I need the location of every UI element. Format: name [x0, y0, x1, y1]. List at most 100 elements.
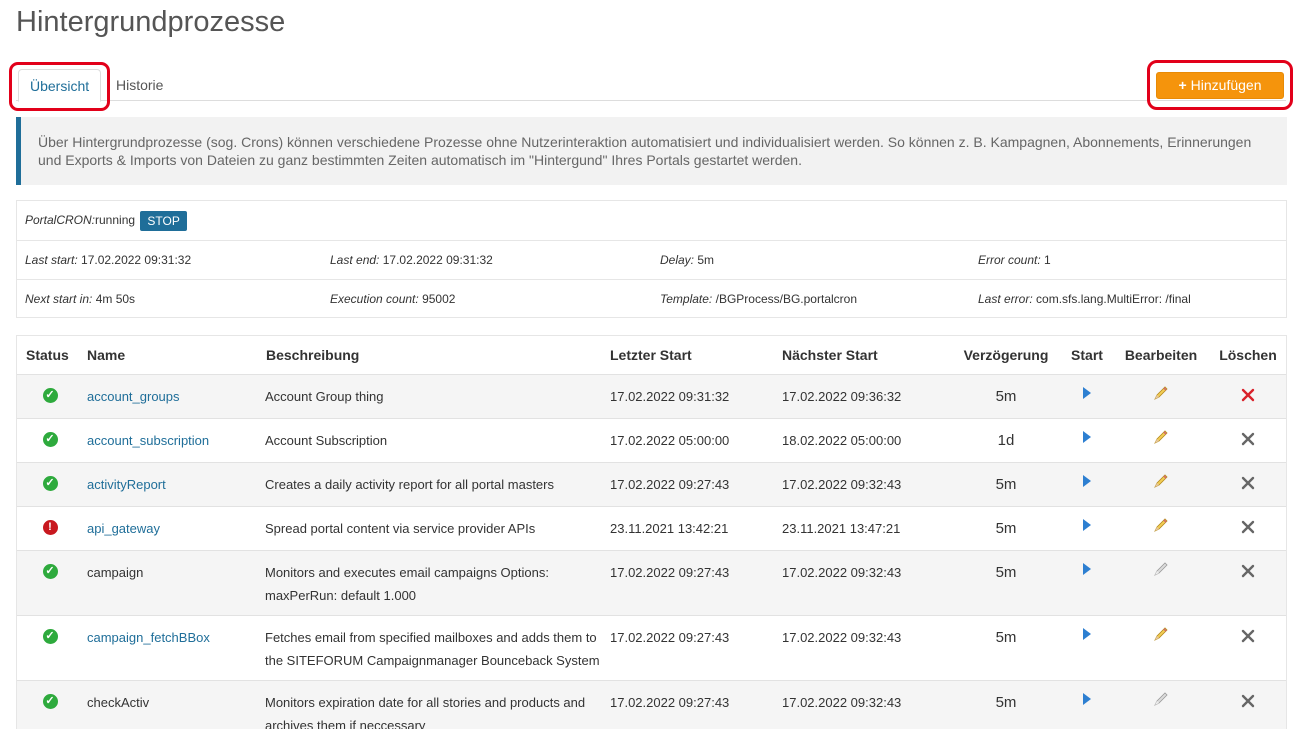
- close-x-icon[interactable]: [1241, 386, 1255, 401]
- last-end-label: Last end:: [330, 253, 380, 267]
- next-start-cell: 17.02.2022 09:36:32: [782, 373, 952, 418]
- check-circle-icon: ✓: [42, 475, 58, 491]
- last-error-label: Last error:: [978, 292, 1033, 306]
- status-cell: ✓: [17, 614, 83, 680]
- next-start-cell: 17.02.2022 09:32:43: [782, 549, 952, 615]
- last-error-value: com.sfs.lang.MultiError: /final: [1036, 292, 1191, 306]
- table-row: ✓ account_subscription Account Subscriptio…: [17, 417, 1286, 462]
- process-name-link[interactable]: account_subscription: [87, 433, 209, 448]
- close-x-icon[interactable]: [1241, 474, 1255, 489]
- delete-cell: [1208, 549, 1286, 615]
- pencil-icon[interactable]: [1151, 559, 1171, 579]
- edit-cell: [1114, 417, 1208, 462]
- process-last-start: 17.02.2022 05:00:00: [610, 432, 730, 448]
- pencil-icon[interactable]: [1151, 624, 1171, 644]
- header-description[interactable]: Beschreibung: [265, 336, 610, 374]
- header-status[interactable]: Status: [17, 336, 83, 374]
- process-next-start: 17.02.2022 09:32:43: [782, 694, 902, 710]
- play-icon[interactable]: [1083, 518, 1091, 531]
- next-start-value: 4m 50s: [95, 292, 136, 306]
- name-cell: campaign: [83, 549, 265, 615]
- header-last-start[interactable]: Letzter Start: [610, 336, 782, 374]
- delay-cell: 5m: [952, 549, 1060, 615]
- template-value: /BGProcess/BG.portalcron: [715, 292, 857, 306]
- pencil-icon[interactable]: [1151, 515, 1171, 535]
- header-name[interactable]: Name: [83, 336, 265, 374]
- start-cell: [1060, 614, 1114, 680]
- header-delay[interactable]: Verzögerung: [952, 336, 1060, 374]
- process-name-link[interactable]: api_gateway: [87, 521, 160, 536]
- cron-status-panel: PortalCRON:running STOP Last start: 17.0…: [16, 200, 1287, 318]
- pencil-icon[interactable]: [1151, 689, 1171, 709]
- pencil-icon[interactable]: [1151, 471, 1171, 491]
- close-x-icon[interactable]: [1241, 562, 1255, 577]
- delete-cell: [1208, 679, 1286, 729]
- process-next-start: 23.11.2021 13:47:21: [782, 520, 901, 536]
- header-next-start[interactable]: Nächster Start: [782, 336, 952, 374]
- cron-state: PortalCRON:running STOP: [25, 201, 187, 240]
- last-start-info: Last start: 17.02.2022 09:31:32: [25, 241, 191, 280]
- start-cell: [1060, 417, 1114, 462]
- table-row: ! api_gateway Spread portal content via se…: [17, 505, 1286, 550]
- process-description: Monitors and executes email campaigns Op…: [265, 564, 549, 603]
- play-icon[interactable]: [1083, 627, 1091, 640]
- status-cell: ✓: [17, 461, 83, 506]
- process-next-start: 17.02.2022 09:32:43: [782, 564, 902, 580]
- close-x-icon[interactable]: [1241, 430, 1255, 445]
- edit-cell: [1114, 679, 1208, 729]
- process-name-link[interactable]: account_groups: [87, 389, 180, 404]
- description-cell: Account Subscription: [265, 417, 610, 462]
- template-label: Template:: [660, 292, 713, 306]
- check-circle-icon: ✓: [42, 387, 58, 403]
- table-row: ✓ checkActiv Monitors expiration date for …: [17, 679, 1286, 729]
- play-icon[interactable]: [1083, 386, 1091, 399]
- edit-cell: [1114, 614, 1208, 680]
- delay-label: Delay:: [660, 253, 695, 267]
- name-cell: activityReport: [83, 461, 265, 506]
- delay-cell: 5m: [952, 614, 1060, 680]
- error-count-value: 1: [1044, 253, 1051, 267]
- status-cell: ✓: [17, 417, 83, 462]
- highlight-annotation-add-button: [1147, 60, 1293, 110]
- process-name-link[interactable]: activityReport: [87, 477, 166, 492]
- delay-cell: 5m: [952, 505, 1060, 550]
- next-start-cell: 23.11.2021 13:47:21: [782, 505, 952, 550]
- status-cell: ✓: [17, 679, 83, 729]
- delay-cell: 5m: [952, 679, 1060, 729]
- check-circle-icon: ✓: [42, 563, 58, 579]
- close-x-icon[interactable]: [1241, 627, 1255, 642]
- play-icon[interactable]: [1083, 430, 1091, 443]
- close-x-icon[interactable]: [1241, 518, 1255, 533]
- process-delay: 5m: [995, 519, 1017, 537]
- process-delay: 5m: [995, 628, 1017, 646]
- next-start-label: Next start in:: [25, 292, 93, 306]
- pencil-icon[interactable]: [1151, 383, 1171, 403]
- delete-cell: [1208, 614, 1286, 680]
- info-box: Über Hintergrundprozesse (sog. Crons) kö…: [16, 117, 1287, 185]
- pencil-icon[interactable]: [1151, 427, 1171, 447]
- last-start-cell: 17.02.2022 09:31:32: [610, 373, 782, 418]
- play-icon[interactable]: [1083, 692, 1091, 705]
- template-info: Template: /BGProcess/BG.portalcron: [660, 280, 857, 319]
- page-title: Hintergrundprozesse: [16, 6, 286, 38]
- name-cell: campaign_fetchBBox: [83, 614, 265, 680]
- process-last-start: 23.11.2021 13:42:21: [610, 520, 729, 536]
- tab-historie[interactable]: Historie: [105, 69, 174, 101]
- process-name-link[interactable]: campaign_fetchBBox: [87, 630, 210, 645]
- stop-cron-button[interactable]: STOP: [140, 210, 187, 231]
- play-icon[interactable]: [1083, 562, 1091, 575]
- process-last-start: 17.02.2022 09:27:43: [610, 476, 730, 492]
- delete-cell: [1208, 417, 1286, 462]
- name-cell: api_gateway: [83, 505, 265, 550]
- close-x-icon[interactable]: [1241, 692, 1255, 707]
- name-cell: checkActiv: [83, 679, 265, 729]
- error-count-info: Error count: 1: [978, 241, 1051, 280]
- last-start-cell: 23.11.2021 13:42:21: [610, 505, 782, 550]
- play-icon[interactable]: [1083, 474, 1091, 487]
- exclamation-circle-icon: !: [42, 519, 58, 535]
- start-cell: [1060, 679, 1114, 729]
- last-start-cell: 17.02.2022 09:27:43: [610, 461, 782, 506]
- description-cell: Creates a daily activity report for all …: [265, 461, 610, 506]
- edit-cell: [1114, 373, 1208, 418]
- description-cell: Account Group thing: [265, 373, 610, 418]
